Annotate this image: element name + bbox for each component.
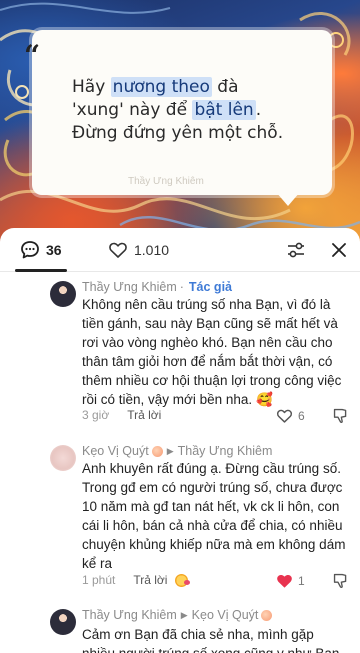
like-button[interactable]: 6 xyxy=(276,408,312,424)
heart-filled-icon xyxy=(277,574,292,587)
reply-arrow-icon: ▶ xyxy=(180,609,188,620)
filter-button[interactable] xyxy=(286,241,306,259)
like-button[interactable]: 1 xyxy=(276,573,312,589)
quote-mark-icon: “ xyxy=(24,39,41,72)
comment-count: 36 xyxy=(46,242,62,258)
quote-caption: Thầy Ưng Khiêm xyxy=(128,176,204,187)
quote-line2-post: . xyxy=(255,100,262,120)
heart-icon xyxy=(109,242,127,258)
reply-button[interactable]: Trả lời xyxy=(133,573,167,587)
like-count: 1 xyxy=(298,573,305,588)
tab-comments[interactable]: 36 xyxy=(20,240,62,260)
dislike-button[interactable] xyxy=(332,407,349,424)
comment-icon xyxy=(21,241,39,259)
close-icon xyxy=(332,243,346,257)
comment-author[interactable]: Thầy Ưng Khiêm xyxy=(82,280,177,294)
separator-dot: · xyxy=(179,280,184,294)
quote-line3: Đừng đứng yên một chỗ. xyxy=(72,123,284,143)
reply-to-author[interactable]: Kẹo Vị Quýt xyxy=(192,608,259,622)
avatar[interactable] xyxy=(50,609,76,635)
like-count: 1.010 xyxy=(134,242,170,258)
thumbs-down-icon xyxy=(333,573,347,589)
close-button[interactable] xyxy=(330,241,348,259)
comment-time: 1 phút xyxy=(82,573,116,587)
like-count: 6 xyxy=(298,408,305,423)
comment-meta: 3 giờ Trả lời xyxy=(82,408,161,422)
peach-emoji-icon xyxy=(151,445,163,457)
comment-header: Thầy Ưng Khiêm · Tác giả xyxy=(82,280,232,294)
comment-body: Không nên cầu trúng số nha Bạn, vì đó là… xyxy=(82,297,342,407)
comment-author[interactable]: Thầy Ưng Khiêm xyxy=(82,608,177,622)
quote-text: Hãy nương theo đà 'xung' này để bật lên.… xyxy=(72,76,312,145)
quote-tail xyxy=(276,192,300,206)
comment-author[interactable]: Kẹo Vị Quýt xyxy=(82,444,149,458)
quote-card: Hãy nương theo đà 'xung' này để bật lên.… xyxy=(32,30,332,195)
quote-highlight-1: nương theo xyxy=(110,77,212,97)
active-tab-indicator xyxy=(15,269,67,272)
comment-header: Thầy Ưng Khiêm ▶ Kẹo Vị Quýt xyxy=(82,608,273,622)
comment-header: Kẹo Vị Quýt ▶ Thầy Ưng Khiêm xyxy=(82,444,272,458)
post-image: Hãy nương theo đà 'xung' này để bật lên.… xyxy=(0,0,360,245)
sliders-icon xyxy=(288,242,304,258)
comment-body: Anh khuyên rất đúng ạ. Đừng cầu trúng số… xyxy=(82,461,346,571)
reply-button[interactable]: Trả lời xyxy=(127,408,161,422)
quote-line2-pre: 'xung' này để xyxy=(72,100,193,120)
quote-line1-pre: Hãy xyxy=(72,77,111,97)
reply-to-author[interactable]: Thầy Ưng Khiêm xyxy=(178,444,273,458)
author-badge: Tác giả xyxy=(188,280,232,294)
comment-body: Cảm ơn Bạn đã chia sẻ nha, mình gặp nhiề… xyxy=(82,627,339,653)
quote-line1-post: đà xyxy=(211,77,239,97)
avatar[interactable] xyxy=(50,281,76,307)
heart-outline-icon xyxy=(276,409,293,423)
comment-time: 3 giờ xyxy=(82,408,110,422)
comment-meta: 1 phút Trả lời xyxy=(82,573,191,587)
avatar[interactable] xyxy=(50,445,76,471)
comments-header: 36 1.010 xyxy=(0,228,360,272)
comment-actions: 6 xyxy=(276,407,349,424)
comment-actions: 1 xyxy=(276,572,349,589)
reply-arrow-icon: ▶ xyxy=(166,445,174,456)
tab-likes[interactable]: 1.010 xyxy=(108,240,169,260)
dislike-button[interactable] xyxy=(332,572,349,589)
author-reaction-icon xyxy=(175,573,191,587)
thumbs-down-icon xyxy=(333,408,347,424)
quote-highlight-2: bật lên xyxy=(192,100,256,120)
comment-item: Thầy Ưng Khiêm ▶ Kẹo Vị Quýt Cảm ơn Bạn … xyxy=(0,604,360,653)
peach-emoji-icon xyxy=(261,609,273,621)
